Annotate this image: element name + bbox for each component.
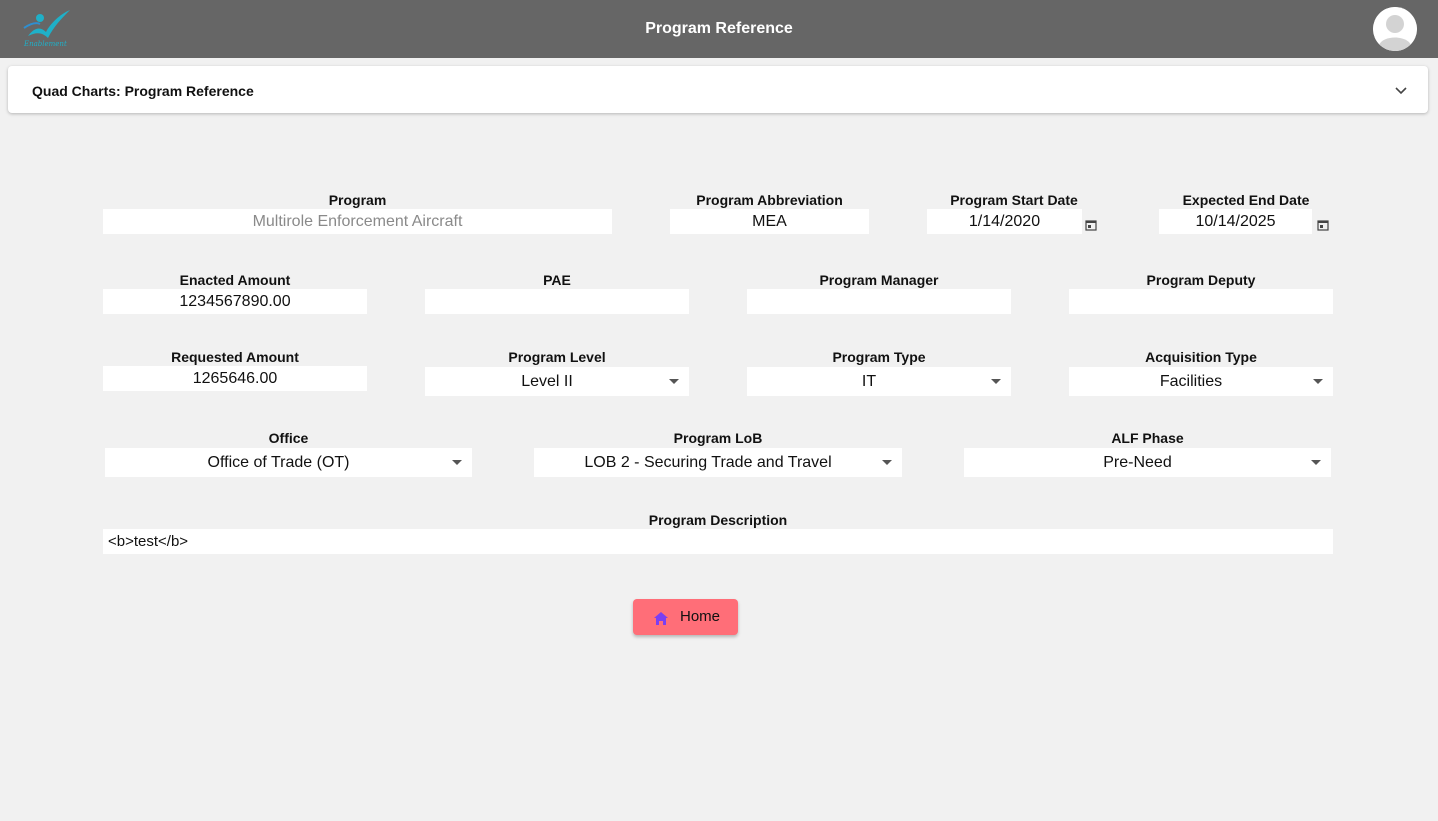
quad-charts-panel[interactable]: Quad Charts: Program Reference [8, 66, 1428, 113]
program-abbreviation-label: Program Abbreviation [696, 192, 843, 208]
program-deputy-label: Program Deputy [1146, 272, 1256, 288]
dropdown-arrow-icon [452, 460, 462, 465]
calendar-icon[interactable] [1317, 219, 1329, 231]
acquisition-type-select[interactable]: Facilities [1069, 367, 1333, 396]
program-description-field[interactable]: <b>test</b> [103, 529, 1333, 554]
program-type-select[interactable]: IT [747, 367, 1011, 396]
program-description-label: Program Description [648, 512, 788, 528]
program-start-date-label: Program Start Date [950, 192, 1078, 208]
enacted-amount-field[interactable]: 1234567890.00 [103, 289, 367, 314]
alf-phase-value: Pre-Need [1103, 454, 1172, 471]
pae-label: PAE [543, 272, 571, 288]
calendar-icon[interactable] [1085, 219, 1097, 231]
program-field[interactable]: Multirole Enforcement Aircraft [103, 209, 612, 234]
office-select[interactable]: Office of Trade (OT) [105, 448, 472, 477]
program-level-label: Program Level [508, 349, 606, 365]
program-manager-field[interactable] [747, 289, 1011, 314]
program-start-date-field[interactable]: 1/14/2020 [927, 209, 1082, 234]
alf-phase-label: ALF Phase [1111, 430, 1184, 446]
program-lob-select[interactable]: LOB 2 - Securing Trade and Travel [534, 448, 902, 477]
page-title: Program Reference [645, 20, 793, 37]
program-abbreviation-field[interactable]: MEA [670, 209, 869, 234]
dropdown-arrow-icon [991, 379, 1001, 384]
program-type-value: IT [861, 373, 877, 390]
panel-title: Quad Charts: Program Reference [32, 83, 254, 99]
office-value: Office of Trade (OT) [207, 454, 350, 471]
dropdown-arrow-icon [1311, 460, 1321, 465]
enacted-amount-label: Enacted Amount [179, 272, 291, 288]
program-type-label: Program Type [832, 349, 926, 365]
expected-end-date-field[interactable]: 10/14/2025 [1159, 209, 1312, 234]
pae-field[interactable] [425, 289, 689, 314]
program-lob-value: LOB 2 - Securing Trade and Travel [584, 454, 832, 471]
program-deputy-field[interactable] [1069, 289, 1333, 314]
home-button[interactable]: Home [633, 599, 738, 635]
program-label: Program [328, 192, 387, 208]
dropdown-arrow-icon [1313, 379, 1323, 384]
alf-phase-select[interactable]: Pre-Need [964, 448, 1331, 477]
requested-amount-label: Requested Amount [171, 349, 299, 365]
user-avatar-icon[interactable] [1373, 7, 1417, 51]
requested-amount-field[interactable]: 1265646.00 [103, 366, 367, 391]
office-label: Office [268, 430, 309, 446]
chevron-down-icon[interactable] [1394, 84, 1408, 98]
top-bar: Enablement Program Reference [0, 0, 1438, 58]
program-manager-label: Program Manager [819, 272, 939, 288]
logo-text: Enablement [24, 40, 67, 48]
home-button-label: Home [680, 608, 721, 625]
program-level-value: Level II [521, 373, 573, 390]
dropdown-arrow-icon [669, 379, 679, 384]
program-lob-label: Program LoB [673, 430, 763, 446]
dropdown-arrow-icon [882, 460, 892, 465]
acquisition-type-value: Facilities [1159, 373, 1223, 390]
home-icon [654, 612, 668, 625]
program-level-select[interactable]: Level II [425, 367, 689, 396]
acquisition-type-label: Acquisition Type [1145, 349, 1257, 365]
expected-end-date-label: Expected End Date [1182, 192, 1310, 208]
